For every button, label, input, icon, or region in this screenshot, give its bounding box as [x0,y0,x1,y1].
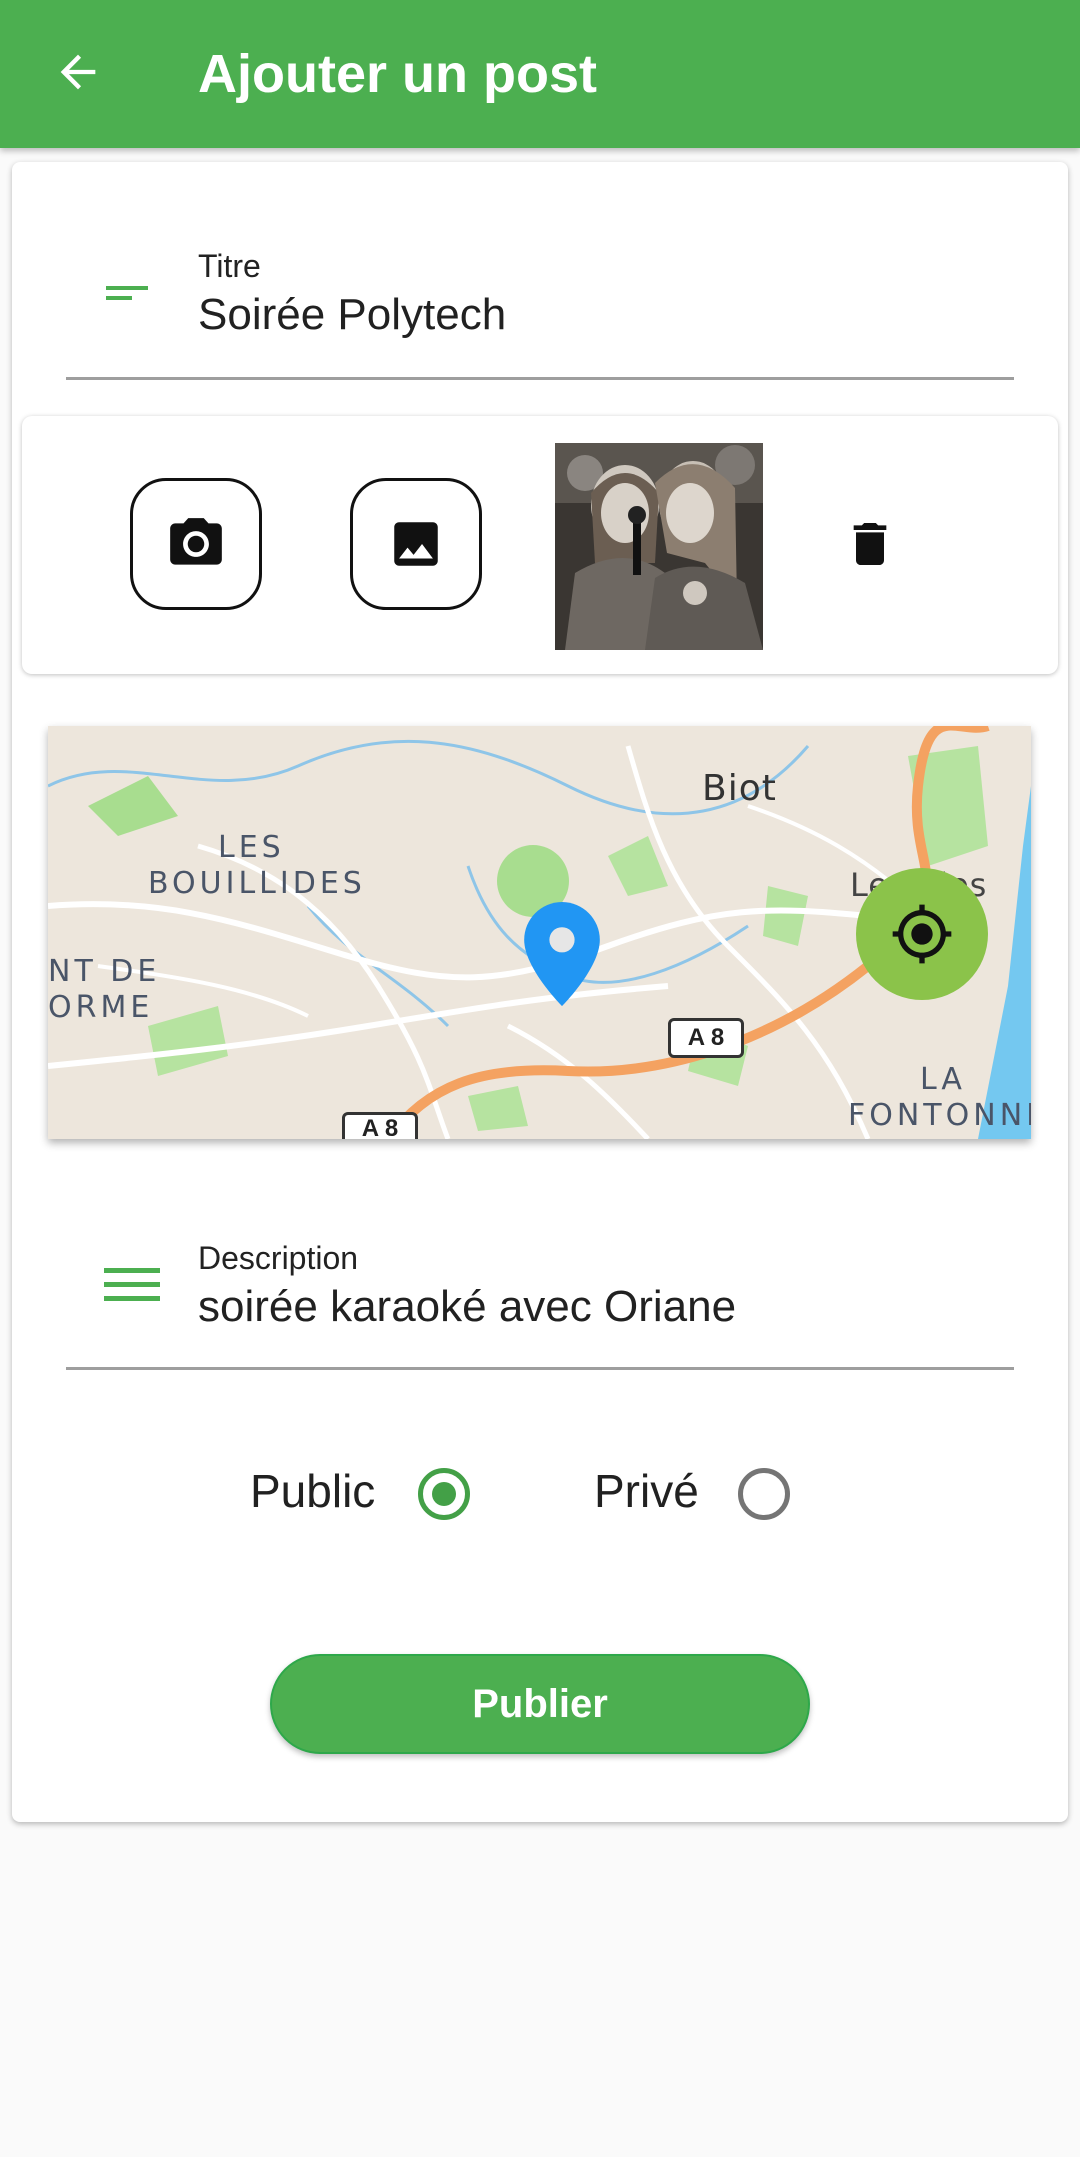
map-label-les: LES [218,830,285,865]
title-field-label: Titre [198,248,261,284]
locate-me-button[interactable] [856,868,988,1000]
gps-target-icon [892,904,952,964]
description-field-label: Description [198,1240,359,1276]
notes-icon [104,1268,160,1301]
page-title: Ajouter un post [198,44,597,104]
public-radio-dot [432,1482,456,1506]
gallery-button[interactable] [350,478,482,610]
map-label-fontonne: FONTONNE [848,1098,1031,1133]
map-label-biot: Biot [702,768,777,809]
location-pin-icon [524,902,600,1006]
camera-icon [170,518,222,565]
publish-button[interactable]: Publier [270,1654,810,1754]
map-label-nt-de: NT DE [48,954,161,989]
media-picker [22,416,1058,674]
arrow-back-icon [60,54,96,90]
public-radio-label: Public [250,1465,376,1517]
app-bar: Ajouter un post [0,0,1080,148]
private-radio[interactable] [738,1468,790,1520]
description-field-value[interactable]: soirée karaoké avec Oriane [198,1282,736,1332]
highway-shield-a8-lower: A 8 [342,1112,418,1139]
description-field[interactable]: Description soirée karaoké avec Oriane [66,1152,1014,1370]
map-label-orme: ORME [48,990,154,1025]
highway-shield-label: A 8 [687,1024,725,1051]
location-map[interactable]: Biot LES BOUILLIDES NT DE ORME Les ules … [48,726,1031,1139]
private-radio-label: Privé [594,1465,699,1517]
visibility-radio-group: Public Privé [0,1460,1080,1530]
back-button[interactable] [44,38,112,106]
map-label-bouillides: BOUILLIDES [148,866,366,901]
title-field[interactable]: Titre Soirée Polytech [66,162,1014,380]
title-field-value[interactable]: Soirée Polytech [198,290,506,340]
short-text-icon [106,286,148,300]
highway-shield-a8: A 8 [668,1018,744,1058]
map-label-la: LA [920,1062,966,1097]
highway-shield-label-lower: A 8 [361,1115,399,1139]
image-icon [394,522,438,566]
trash-icon [853,523,887,565]
camera-button[interactable] [130,478,262,610]
delete-photo-button[interactable] [838,512,902,576]
publish-button-label: Publier [472,1681,608,1726]
public-radio[interactable] [418,1468,470,1520]
photo-thumbnail[interactable] [555,443,763,650]
